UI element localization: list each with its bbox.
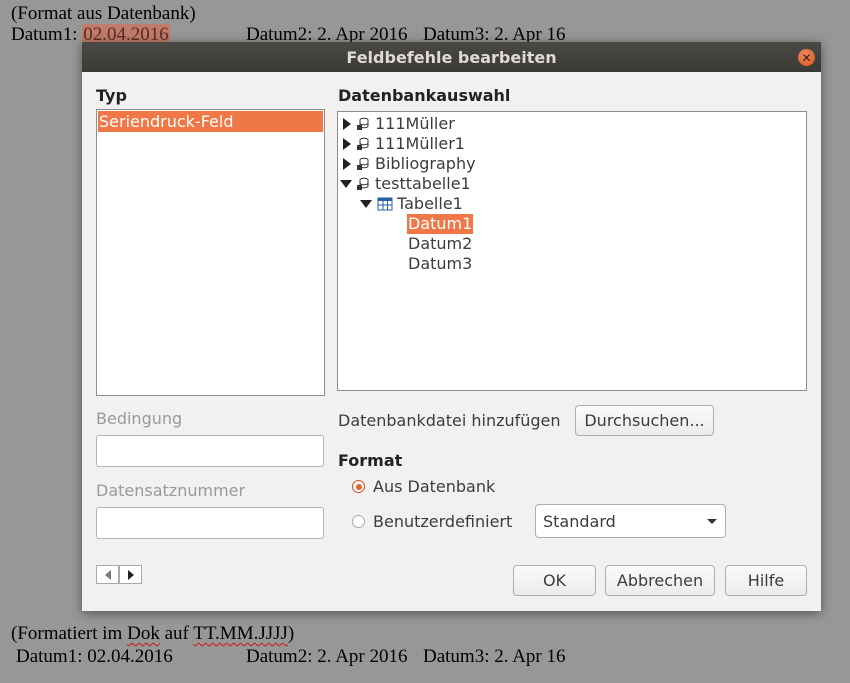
tree-row-testtabelle1[interactable]: testtabelle1 [340,174,471,194]
doc-bottom-note-format: TT.MM.JJJJ [193,623,288,644]
doc-bottom-note-mid: auf [159,623,194,644]
browse-button[interactable]: Durchsuchen... [575,405,714,436]
add-db-file-label: Datenbankdatei hinzufügen [338,411,561,430]
tree-label: 111Müller [375,114,455,133]
tree-row-datum2[interactable]: Datum2 [408,234,472,254]
table-icon [377,197,393,211]
chevron-down-icon [707,519,717,524]
condition-label: Bedingung [96,409,183,428]
tree-label: Datum3 [408,254,473,273]
expand-icon[interactable] [343,158,351,170]
database-icon [357,157,369,170]
doc-bottom-note-suffix: ) [287,623,295,644]
tree-row-tabelle1[interactable]: Tabelle1 [360,194,463,214]
db-tree[interactable]: 111Müller 111Müller1 Bibliography testta… [337,111,807,391]
expand-icon[interactable] [343,118,351,130]
typ-listbox[interactable]: Seriendruck-Feld [96,109,325,396]
doc-top-datum1-label: Datum1: [11,24,78,45]
format-select[interactable]: Standard [535,504,726,538]
close-button[interactable]: ✕ [798,49,815,66]
doc-bottom-datum3: Datum3: 2. Apr 16 [423,646,566,667]
dialog-titlebar[interactable]: Feldbefehle bearbeiten ✕ [82,42,821,72]
format-select-value: Standard [543,511,616,531]
record-number-label: Datensatznummer [96,481,246,500]
tree-label: Tabelle1 [397,194,463,213]
doc-bottom-datum1: Datum1: 02.04.2016 [16,646,173,667]
help-button[interactable]: Hilfe [725,565,807,596]
typ-label: Typ [96,86,127,105]
doc-top-note: (Format aus Datenbank) [11,3,196,24]
record-number-field[interactable] [96,507,324,539]
tree-label: testtabelle1 [375,174,471,193]
radio-from-database-label[interactable]: Aus Datenbank [373,477,495,496]
next-button[interactable] [119,565,142,584]
database-icon [357,137,369,150]
cancel-button[interactable]: Abbrechen [605,565,715,596]
format-label: Format [338,451,403,470]
tree-row-111mueller1[interactable]: 111Müller1 [343,134,465,154]
tree-label: 111Müller1 [375,134,465,153]
close-icon: ✕ [801,50,812,65]
collapse-icon[interactable] [360,200,372,208]
condition-field[interactable] [96,435,324,467]
dialog-title: Feldbefehle bearbeiten [346,47,557,67]
arrow-left-icon [104,569,111,580]
doc-bottom-note-prefix: (Formatiert im [11,623,128,644]
radio-from-database[interactable] [352,480,365,493]
typ-item-seriendruck-feld[interactable]: Seriendruck-Feld [98,111,323,132]
ok-button[interactable]: OK [513,565,596,596]
tree-row-datum1[interactable]: Datum1 [407,214,474,234]
tree-row-bibliography[interactable]: Bibliography [343,154,476,174]
doc-bottom-note-dok: Dok [127,623,160,644]
db-selection-label: Datenbankauswahl [338,86,511,105]
arrow-right-icon [127,569,134,580]
database-icon [357,117,369,130]
previous-button[interactable] [96,565,119,584]
database-icon [357,177,369,190]
doc-bottom-note: (Formatiert im Dok auf TT.MM.JJJJ) [11,624,294,644]
collapse-icon[interactable] [340,180,352,188]
tree-label: Bibliography [375,154,476,173]
radio-custom-label[interactable]: Benutzerdefiniert [373,512,512,531]
tree-label: Datum1 [407,214,474,234]
tree-row-datum3[interactable]: Datum3 [408,254,472,274]
edit-fields-dialog: Feldbefehle bearbeiten ✕ Typ Seriendruck… [82,42,821,611]
radio-custom[interactable] [352,515,365,528]
tree-label: Datum2 [408,234,473,253]
expand-icon[interactable] [343,138,351,150]
doc-bottom-datum2: Datum2: 2. Apr 2016 [246,646,408,667]
tree-row-111mueller[interactable]: 111Müller [343,114,455,134]
